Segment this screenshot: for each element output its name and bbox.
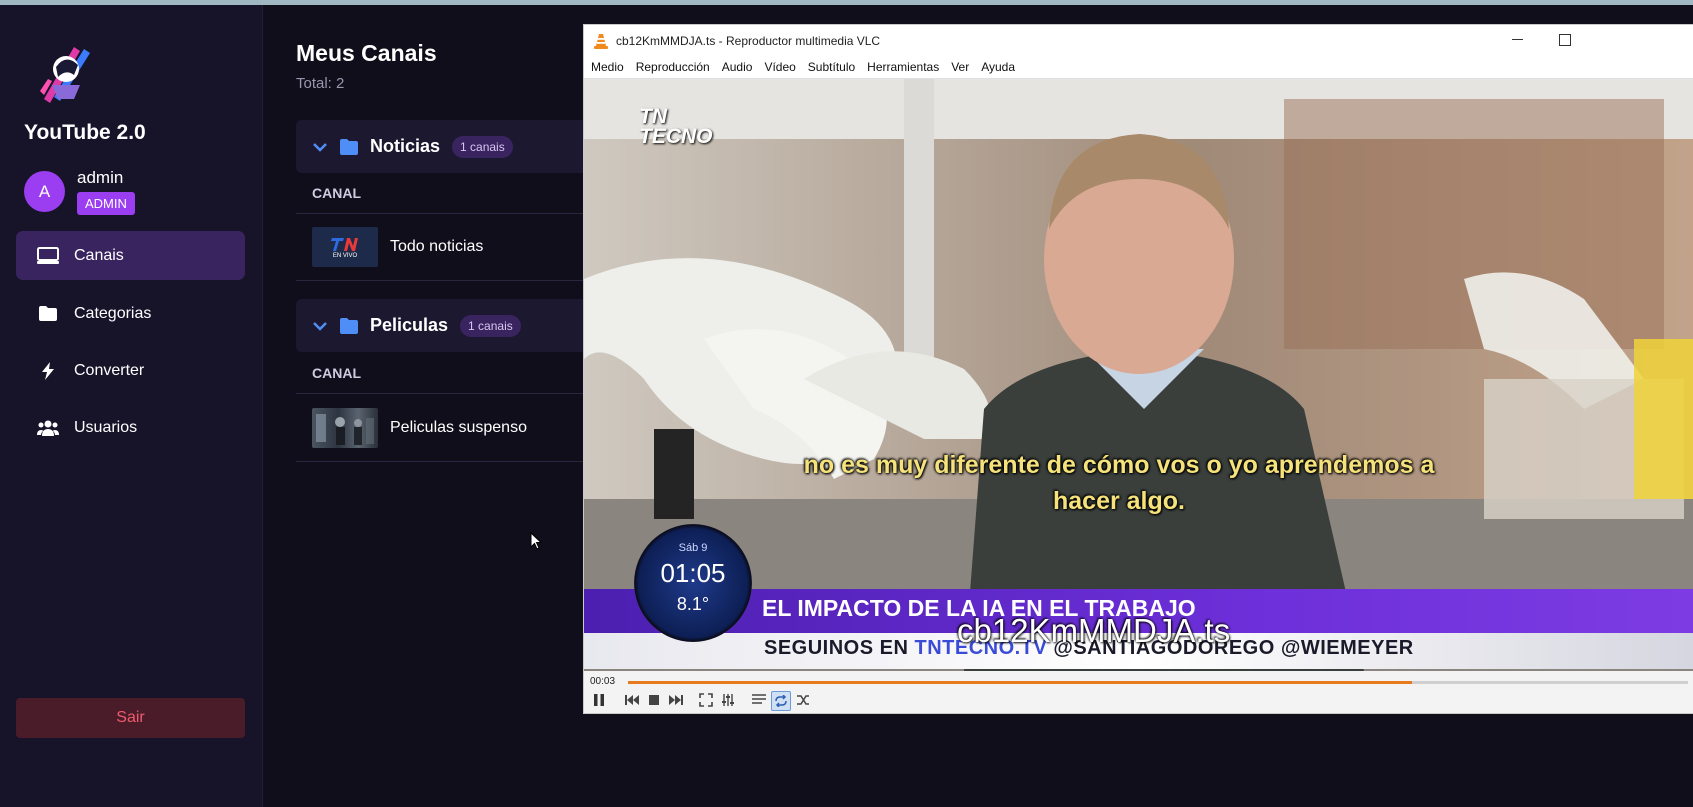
page-title: Meus Canais — [296, 40, 437, 66]
channel-count-badge: 1 canais — [460, 314, 521, 337]
sidebar-item-canais[interactable]: Canais — [16, 231, 245, 280]
maximize-button[interactable] — [1559, 34, 1571, 46]
clock-widget: Sáb 9 01:05 8.1° — [634, 524, 752, 642]
channel-row-todo-noticias[interactable]: EN VIVO Todo noticias — [296, 214, 586, 281]
sidebar: YouTube 2.0 A admin ADMIN Canais Categor… — [0, 5, 263, 807]
channel-thumbnail — [312, 408, 378, 448]
mouse-cursor-icon — [530, 532, 542, 550]
minimize-button[interactable] — [1512, 39, 1523, 40]
monitor-icon — [36, 246, 60, 266]
video-area[interactable]: TN TECNO no es muy diferente de cómo vos… — [584, 79, 1693, 671]
users-icon — [36, 418, 60, 438]
osd-filename: cb12KmMMDJA.ts — [957, 612, 1231, 649]
menu-herramientas[interactable]: Herramientas — [867, 60, 939, 74]
channel-row-peliculas-suspenso[interactable]: Peliculas suspenso — [296, 395, 586, 462]
seek-bar[interactable] — [628, 681, 1688, 684]
stop-icon — [649, 695, 659, 705]
folder-icon — [36, 304, 60, 324]
elapsed-time: 00:03 — [590, 676, 616, 687]
menu-reproduccion[interactable]: Reproducción — [636, 60, 710, 74]
logout-button[interactable]: Sair — [16, 698, 245, 738]
previous-icon — [625, 695, 639, 705]
sidebar-item-label: Converter — [74, 361, 145, 379]
group-header-noticias[interactable]: Noticias 1 canais — [296, 120, 586, 173]
sidebar-item-converter[interactable]: Converter — [16, 346, 245, 395]
menu-video[interactable]: Vídeo — [764, 60, 795, 74]
channel-count-badge: 1 canais — [452, 135, 513, 158]
group-name: Noticias — [370, 136, 441, 156]
movie-poster-icon — [316, 414, 374, 445]
folder-icon — [340, 138, 358, 155]
channel-name: Peliculas suspenso — [390, 419, 527, 436]
sidebar-item-categorias[interactable]: Categorias — [16, 289, 245, 338]
previous-button[interactable] — [623, 691, 641, 709]
menu-ayuda[interactable]: Ayuda — [981, 60, 1015, 74]
subtitle-line-2: hacer algo. — [1053, 487, 1185, 515]
sidebar-item-usuarios[interactable]: Usuarios — [16, 403, 245, 452]
menu-ver[interactable]: Ver — [951, 60, 969, 74]
tn-logo-icon — [331, 237, 358, 251]
app-title: YouTube 2.0 — [24, 121, 146, 144]
playlist-button[interactable] — [750, 691, 768, 709]
clock-day: Sáb 9 — [678, 542, 708, 554]
channel-total: Total: 2 — [296, 75, 345, 92]
chevron-down-icon — [313, 142, 327, 152]
pause-button[interactable] — [590, 691, 608, 709]
stop-button[interactable] — [645, 691, 663, 709]
vlc-window-title: cb12KmMMDJA.ts - Reproductor multimedia … — [616, 33, 881, 48]
menu-subtitulo[interactable]: Subtítulo — [808, 60, 855, 74]
loop-icon — [775, 695, 787, 707]
extended-settings-button[interactable] — [719, 691, 737, 709]
group-name: Peliculas — [370, 315, 449, 335]
chevron-down-icon — [313, 321, 327, 331]
clock-time: 01:05 — [660, 558, 726, 588]
fullscreen-icon — [699, 693, 713, 707]
vlc-menubar: Medio Reproducción Audio Vídeo Subtítulo… — [584, 56, 1693, 79]
vlc-controls: 00:03 — [584, 671, 1693, 713]
vlc-window: cb12KmMMDJA.ts - Reproductor multimedia … — [583, 24, 1693, 714]
channel-thumbnail: EN VIVO — [312, 227, 378, 267]
seek-bar-fill — [628, 681, 1413, 684]
subtitle-line-1: no es muy diferente de cómo vos o yo apr… — [803, 451, 1435, 479]
role-badge: ADMIN — [77, 192, 135, 215]
vlc-titlebar[interactable]: cb12KmMMDJA.ts - Reproductor multimedia … — [584, 25, 1693, 56]
username: admin — [77, 168, 124, 187]
next-icon — [669, 695, 683, 705]
app-logo-icon — [40, 47, 90, 103]
menu-audio[interactable]: Audio — [722, 60, 753, 74]
bolt-icon — [36, 361, 60, 381]
pause-icon — [594, 694, 604, 706]
next-button[interactable] — [667, 691, 685, 709]
shuffle-icon — [797, 695, 809, 705]
avatar: A — [24, 171, 65, 212]
equalizer-icon — [722, 694, 734, 706]
playlist-icon — [752, 694, 766, 704]
fullscreen-button[interactable] — [697, 691, 715, 709]
column-header-canal: CANAL — [296, 353, 586, 394]
tn-tecno-logo: TN TECNO — [639, 105, 713, 148]
column-header-canal: CANAL — [296, 173, 586, 214]
channel-name: Todo noticias — [390, 238, 484, 255]
menu-medio[interactable]: Medio — [591, 60, 624, 74]
sidebar-item-label: Usuarios — [74, 418, 138, 436]
vlc-cone-icon — [594, 33, 608, 49]
loop-button[interactable] — [771, 691, 791, 711]
shuffle-button[interactable] — [794, 691, 812, 709]
folder-icon — [340, 317, 358, 334]
sidebar-item-label: Canais — [74, 246, 124, 264]
sidebar-item-label: Categorias — [74, 304, 152, 322]
clock-temperature: 8.1° — [676, 594, 710, 614]
group-header-peliculas[interactable]: Peliculas 1 canais — [296, 299, 586, 352]
